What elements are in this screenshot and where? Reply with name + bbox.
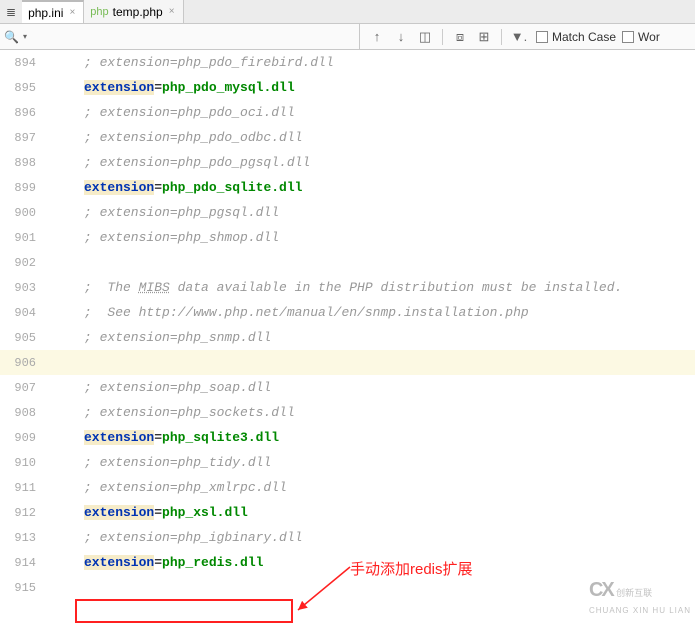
line-number: 895 <box>0 81 44 95</box>
line-content[interactable]: extension=php_sqlite3.dll <box>76 430 695 445</box>
search-input[interactable] <box>31 30 355 44</box>
tab-label: temp.php <box>113 5 163 19</box>
tab-temp-php[interactable]: php temp.php × <box>84 0 183 23</box>
menu-icon[interactable]: ≣ <box>0 0 22 23</box>
separator <box>501 29 502 45</box>
line-content[interactable]: ; See http://www.php.net/manual/en/snmp.… <box>76 305 695 320</box>
watermark-cn: 创新互联 <box>616 588 652 598</box>
tab-php-ini[interactable]: php.ini × <box>22 0 84 23</box>
line-number: 894 <box>0 56 44 70</box>
line-content[interactable]: ; extension=php_sockets.dll <box>76 405 695 420</box>
line-content[interactable]: extension=php_xsl.dll <box>76 505 695 520</box>
code-line[interactable]: 912 extension=php_xsl.dll <box>0 500 695 525</box>
code-line[interactable]: 906 <box>0 350 695 375</box>
line-content[interactable]: ; extension=php_pdo_firebird.dll <box>76 55 695 70</box>
code-line[interactable]: 895 extension=php_pdo_mysql.dll <box>0 75 695 100</box>
php-file-icon: php <box>90 6 108 18</box>
match-case-option[interactable]: Match Case <box>536 30 616 44</box>
checkbox-icon[interactable] <box>622 31 634 43</box>
search-area: 🔍 ▾ <box>0 24 360 49</box>
line-number: 902 <box>0 256 44 270</box>
line-content[interactable]: ; extension=php_soap.dll <box>76 380 695 395</box>
line-number: 898 <box>0 156 44 170</box>
search-icon[interactable]: 🔍 <box>4 30 19 44</box>
line-number: 915 <box>0 581 44 595</box>
code-line[interactable]: 910 ; extension=php_tidy.dll <box>0 450 695 475</box>
line-number: 910 <box>0 456 44 470</box>
line-number: 896 <box>0 106 44 120</box>
code-line[interactable]: 907 ; extension=php_soap.dll <box>0 375 695 400</box>
add-selection-icon[interactable]: ⊞ <box>473 26 495 48</box>
line-number: 897 <box>0 131 44 145</box>
code-line[interactable]: 901 ; extension=php_shmop.dll <box>0 225 695 250</box>
checkbox-icon[interactable] <box>536 31 548 43</box>
code-line[interactable]: 894 ; extension=php_pdo_firebird.dll <box>0 50 695 75</box>
line-content[interactable]: extension=php_pdo_sqlite.dll <box>76 180 695 195</box>
words-option[interactable]: Wor <box>622 30 660 44</box>
code-line[interactable]: 914 extension=php_redis.dll <box>0 550 695 575</box>
line-content[interactable]: ; extension=php_snmp.dll <box>76 330 695 345</box>
code-line[interactable]: 913 ; extension=php_igbinary.dll <box>0 525 695 550</box>
line-number: 904 <box>0 306 44 320</box>
line-number: 901 <box>0 231 44 245</box>
search-toolbar: 🔍 ▾ ↑ ↓ ◫ ⧈ ⊞ ▼. Match Case Wor <box>0 24 695 50</box>
code-line[interactable]: 897 ; extension=php_pdo_odbc.dll <box>0 125 695 150</box>
line-content[interactable]: ; extension=php_pdo_pgsql.dll <box>76 155 695 170</box>
line-number: 899 <box>0 181 44 195</box>
line-content[interactable]: ; extension=php_pdo_odbc.dll <box>76 130 695 145</box>
line-number: 908 <box>0 406 44 420</box>
line-number: 906 <box>0 356 44 370</box>
line-content[interactable]: ; The MIBS data available in the PHP dis… <box>76 280 695 295</box>
line-number: 900 <box>0 206 44 220</box>
code-line[interactable]: 898 ; extension=php_pdo_pgsql.dll <box>0 150 695 175</box>
separator <box>442 29 443 45</box>
line-number: 911 <box>0 481 44 495</box>
code-line[interactable]: 909 extension=php_sqlite3.dll <box>0 425 695 450</box>
code-line[interactable]: 911 ; extension=php_xmlrpc.dll <box>0 475 695 500</box>
code-line[interactable]: 905 ; extension=php_snmp.dll <box>0 325 695 350</box>
line-number: 914 <box>0 556 44 570</box>
watermark-logo: CX <box>589 579 613 601</box>
tab-bar: ≣ php.ini × php temp.php × <box>0 0 695 24</box>
line-number: 912 <box>0 506 44 520</box>
watermark-en: CHUANG XIN HU LIAN <box>589 606 691 615</box>
code-line[interactable]: 903 ; The MIBS data available in the PHP … <box>0 275 695 300</box>
code-line[interactable]: 902 <box>0 250 695 275</box>
code-editor[interactable]: 894 ; extension=php_pdo_firebird.dll 895 ex… <box>0 50 695 618</box>
line-number: 905 <box>0 331 44 345</box>
line-number: 903 <box>0 281 44 295</box>
match-case-label: Match Case <box>552 30 616 44</box>
filter-icon[interactable]: ▼. <box>508 26 530 48</box>
line-content[interactable]: ; extension=php_igbinary.dll <box>76 530 695 545</box>
line-content[interactable]: ; extension=php_pdo_oci.dll <box>76 105 695 120</box>
line-content[interactable]: ; extension=php_xmlrpc.dll <box>76 480 695 495</box>
code-line[interactable]: 896 ; extension=php_pdo_oci.dll <box>0 100 695 125</box>
code-line[interactable]: 904 ; See http://www.php.net/manual/en/sn… <box>0 300 695 325</box>
prev-match-button[interactable]: ↑ <box>366 26 388 48</box>
code-line[interactable]: 899 extension=php_pdo_sqlite.dll <box>0 175 695 200</box>
line-content[interactable]: ; extension=php_pgsql.dll <box>76 205 695 220</box>
close-icon[interactable]: × <box>67 7 77 18</box>
line-content[interactable]: extension=php_redis.dll <box>76 555 695 570</box>
chevron-down-icon[interactable]: ▾ <box>23 32 27 41</box>
close-icon[interactable]: × <box>167 6 177 17</box>
watermark: CX 创新互联 CHUANG XIN HU LIAN <box>589 579 691 616</box>
line-content[interactable]: extension=php_pdo_mysql.dll <box>76 80 695 95</box>
next-match-button[interactable]: ↓ <box>390 26 412 48</box>
line-content[interactable]: ; extension=php_tidy.dll <box>76 455 695 470</box>
line-number: 907 <box>0 381 44 395</box>
tab-label: php.ini <box>28 6 63 20</box>
code-line[interactable]: 900 ; extension=php_pgsql.dll <box>0 200 695 225</box>
toolbar-right: ↑ ↓ ◫ ⧈ ⊞ ▼. Match Case Wor <box>360 24 695 49</box>
select-all-icon[interactable]: ⧈ <box>449 26 471 48</box>
find-window-icon[interactable]: ◫ <box>414 26 436 48</box>
words-label: Wor <box>638 30 660 44</box>
line-content[interactable]: ; extension=php_shmop.dll <box>76 230 695 245</box>
line-number: 913 <box>0 531 44 545</box>
code-line[interactable]: 908 ; extension=php_sockets.dll <box>0 400 695 425</box>
line-number: 909 <box>0 431 44 445</box>
